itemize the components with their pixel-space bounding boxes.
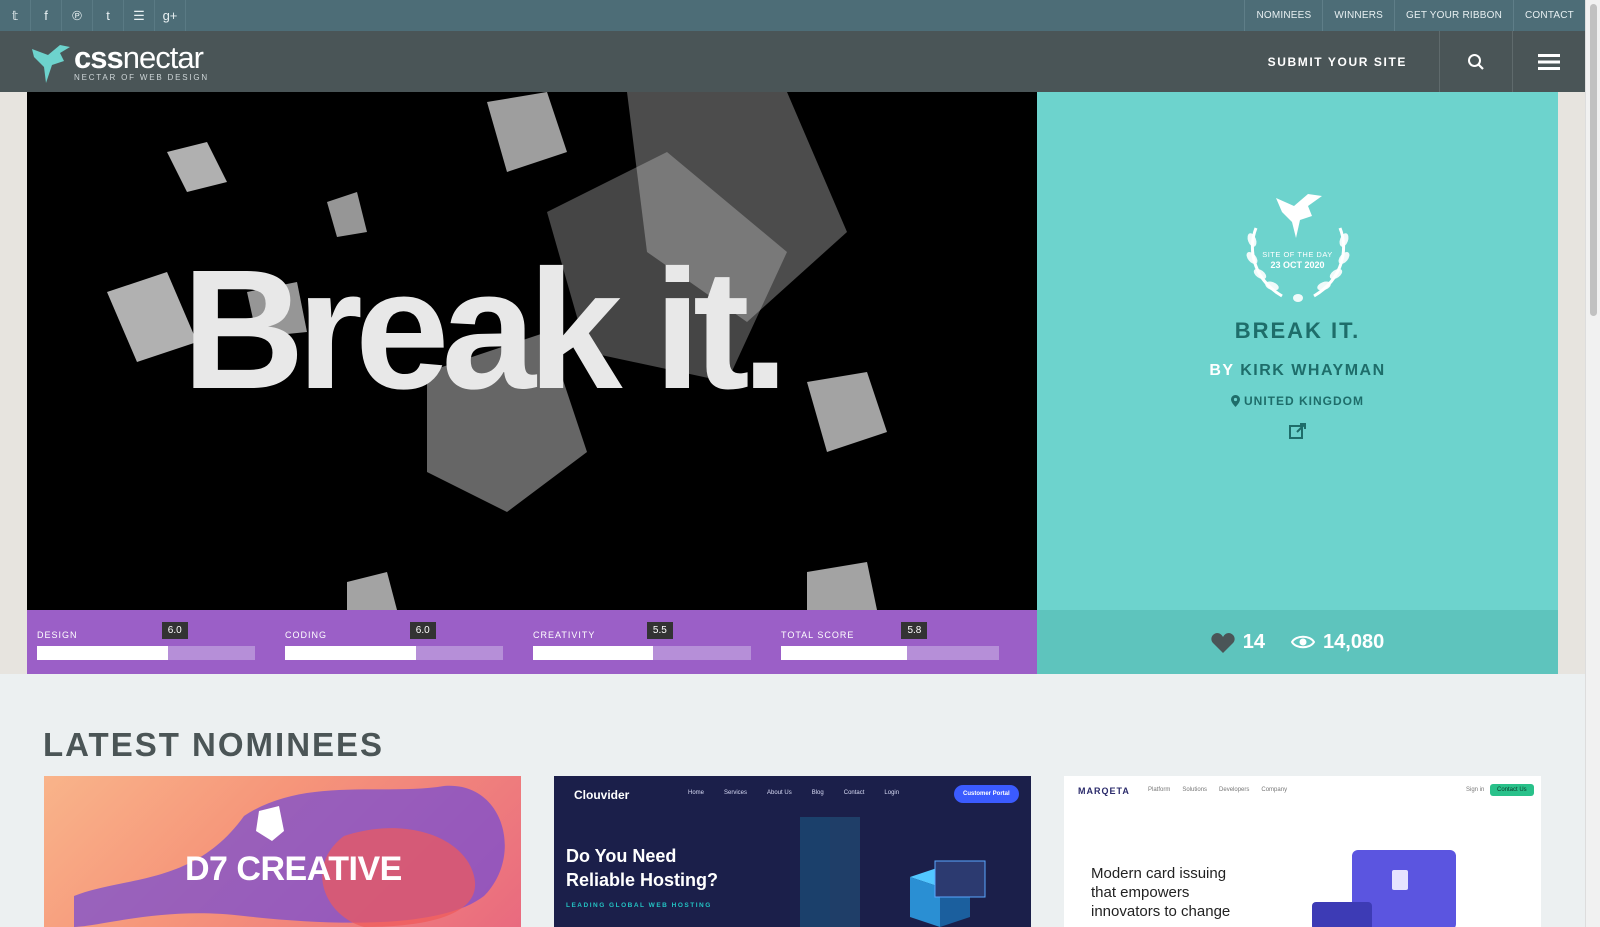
server-illustration <box>800 817 986 927</box>
score-total: TOTAL SCORE 5.8 <box>771 610 1019 674</box>
card-headline: Do You Need Reliable Hosting? <box>566 846 719 890</box>
top-nav: NOMINEES WINNERS GET YOUR RIBBON CONTACT <box>1244 0 1585 31</box>
scrollbar[interactable] <box>1585 0 1600 927</box>
card-nav: Platform Solutions Developers Company <box>1148 787 1288 793</box>
nominee-card[interactable]: D7 CREATIVE <box>44 776 521 927</box>
nominee-card[interactable]: Clouvider Home Services About Us Blog Contac… <box>554 776 1031 927</box>
card-headline: Modern card issuing that empowers innovato… <box>1091 865 1231 920</box>
pinterest-icon[interactable]: ℗ <box>62 0 93 31</box>
score-total-value: 5.8 <box>901 622 928 639</box>
social-links: 𝕥 f ℗ t ☰ g+ <box>0 0 186 31</box>
map-pin-icon <box>1231 395 1240 407</box>
likes-counter[interactable]: 14 <box>1211 631 1265 654</box>
google-plus-icon[interactable]: g+ <box>155 0 186 31</box>
card-subline: LEADING GLOBAL WEB HOSTING <box>566 902 712 909</box>
score-creativity-fill <box>533 646 653 660</box>
menu-button[interactable] <box>1512 31 1585 92</box>
scrollbar-thumb[interactable] <box>1590 4 1597 316</box>
laurel-hummingbird-icon <box>1246 194 1349 302</box>
nav-winners[interactable]: WINNERS <box>1322 0 1394 31</box>
card-illustration <box>1312 850 1456 927</box>
card-signin: Sign in <box>1466 787 1485 793</box>
badge-date: 23 OCT 2020 <box>1270 260 1325 270</box>
score-coding-fill <box>285 646 416 660</box>
rss-icon[interactable]: ☰ <box>124 0 155 31</box>
external-link-icon <box>1288 423 1306 439</box>
author-line: BY KIRK WHAYMAN <box>1209 362 1386 379</box>
tumblr-icon[interactable]: t <box>93 0 124 31</box>
score-creativity-value: 5.5 <box>646 622 673 639</box>
nav-contact[interactable]: CONTACT <box>1513 0 1585 31</box>
badge-label: SITE OF THE DAY <box>1262 250 1333 259</box>
score-total-fill <box>781 646 908 660</box>
card-title: D7 CREATIVE <box>185 850 402 888</box>
card-brand: Clouvider <box>574 788 630 802</box>
score-coding: CODING 6.0 <box>275 610 523 674</box>
card-cta-button: Customer Portal <box>954 785 1019 803</box>
site-of-the-day-panel: SITE OF THE DAY 23 OCT 2020 BREAK IT. BY… <box>1037 92 1558 610</box>
main-header: cssnectar NECTAR OF WEB DESIGN SUBMIT YO… <box>0 31 1585 92</box>
logo-wordmark: cssnectar <box>74 39 204 75</box>
visit-site-button[interactable] <box>1288 422 1307 445</box>
hamburger-menu-icon <box>1538 53 1560 70</box>
facebook-icon[interactable]: f <box>31 0 62 31</box>
score-creativity: CREATIVITY 5.5 <box>523 610 771 674</box>
nominee-card[interactable]: MARQETA Platform Solutions Developers Compa… <box>1064 776 1541 927</box>
eye-icon <box>1291 635 1316 649</box>
views-counter: 14,080 <box>1291 631 1384 654</box>
hero-image-text: Break it. <box>182 235 789 425</box>
score-design-fill <box>37 646 168 660</box>
author-link[interactable]: KIRK WHAYMAN <box>1240 362 1385 379</box>
card-brand: MARQETA <box>1078 786 1130 796</box>
nav-get-your-ribbon[interactable]: GET YOUR RIBBON <box>1394 0 1513 31</box>
top-bar: 𝕥 f ℗ t ☰ g+ NOMINEES WINNERS GET YOUR R… <box>0 0 1585 31</box>
card-cta-button: Contact Us <box>1490 784 1534 796</box>
featured-site-screenshot[interactable]: Break it. <box>27 92 1037 610</box>
site-logo[interactable]: cssnectar NECTAR OF WEB DESIGN <box>30 31 209 92</box>
nav-nominees[interactable]: NOMINEES <box>1244 0 1322 31</box>
score-design: DESIGN 6.0 <box>27 610 275 674</box>
logo-tagline: NECTAR OF WEB DESIGN <box>74 72 209 82</box>
hummingbird-logo-icon <box>32 44 70 83</box>
score-design-value: 6.0 <box>161 622 188 639</box>
search-icon <box>1468 53 1484 70</box>
score-coding-value: 6.0 <box>409 622 436 639</box>
site-of-the-day-badge: SITE OF THE DAY 23 OCT 2020 <box>1238 188 1358 304</box>
submit-site-button[interactable]: SUBMIT YOUR SITE <box>1236 31 1439 92</box>
twitter-icon[interactable]: 𝕥 <box>0 0 31 31</box>
card-nav: Home Services About Us Blog Contact Login <box>688 790 900 796</box>
site-title: BREAK IT. <box>1234 318 1361 343</box>
search-button[interactable] <box>1439 31 1512 92</box>
latest-nominees-heading: LATEST NOMINEES <box>43 726 385 763</box>
site-stats: 14 14,080 <box>1037 610 1558 674</box>
location: UNITED KINGDOM <box>1231 394 1364 408</box>
score-bar: DESIGN 6.0 CODING 6.0 CREATIVITY 5.5 TOT… <box>27 610 1037 674</box>
heart-icon <box>1211 632 1235 653</box>
